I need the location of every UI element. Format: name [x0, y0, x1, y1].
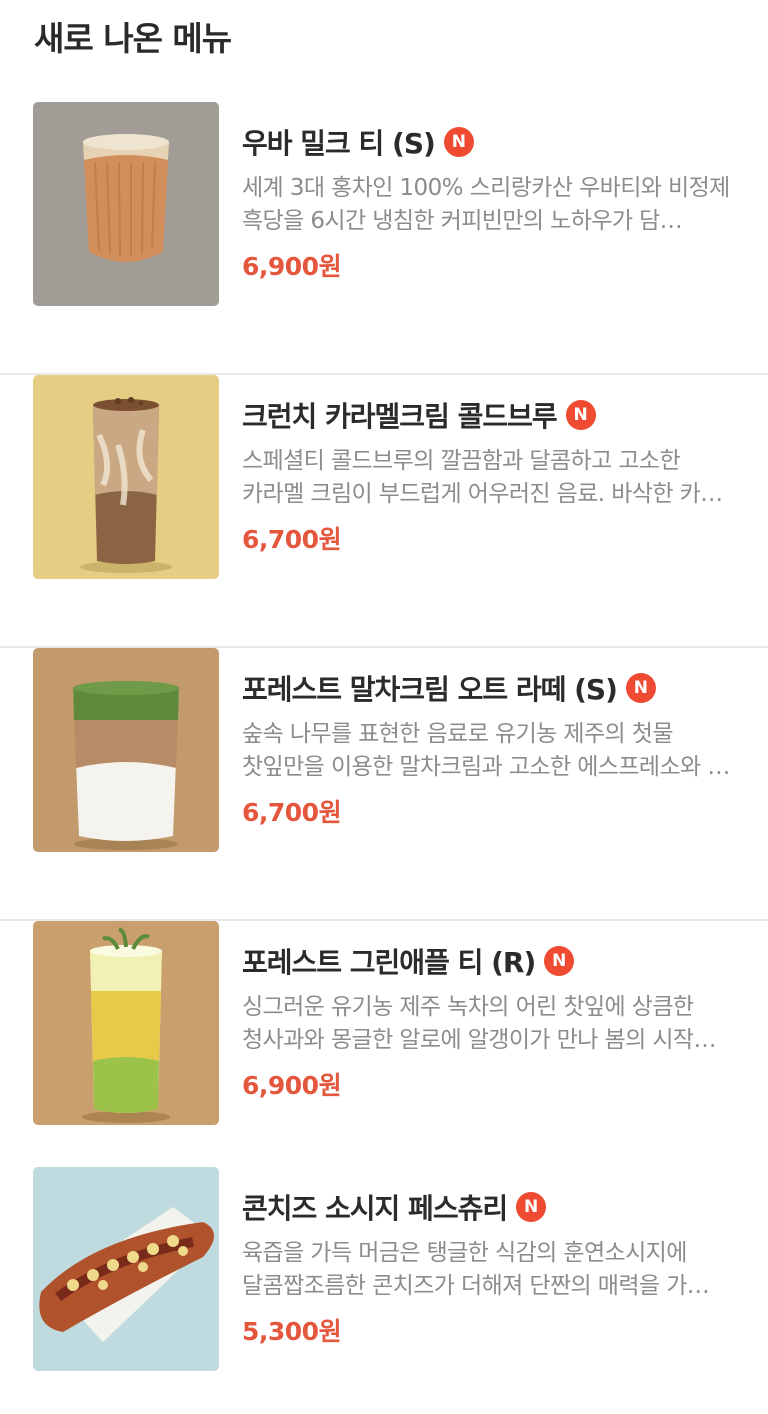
menu-item[interactable]: 우바 밀크 티 (S) N 세계 3대 홍차인 100% 스리랑카산 우바티와 … [0, 102, 768, 375]
menu-item-description: 스페셜티 콜드브루의 깔끔함과 달콤하고 고소한 카라멜 크림이 부드럽게 어우… [242, 448, 723, 507]
menu-item-name: 우바 밀크 티 (S) [242, 127, 436, 160]
menu-item-name-row: 크런치 카라멜크림 콜드브루 N [242, 393, 742, 437]
menu-item-name-row: 포레스트 말차크림 오트 라떼 (S) N [242, 666, 742, 710]
new-badge-icon: N [544, 946, 575, 976]
menu-item[interactable]: 포레스트 그린애플 티 (R) N 싱그러운 유기농 제주 녹차의 어린 찻잎에… [0, 921, 768, 1194]
menu-item-name-row: 포레스트 그린애플 티 (R) N [242, 939, 742, 983]
menu-item-name: 포레스트 그린애플 티 (R) [242, 946, 536, 979]
new-badge-icon: N [516, 1192, 547, 1222]
menu-item-image [33, 648, 219, 852]
menu-item-image [33, 921, 219, 1125]
menu-item-description: 싱그러운 유기농 제주 녹차의 어린 찻잎에 상큼한 청사과와 몽글한 알로에 … [242, 994, 716, 1053]
menu-item-info: 콘치즈 소시지 페스츄리 N 육즙을 가득 머금은 탱글한 식감의 훈연소시지에… [242, 1185, 742, 1348]
menu-item[interactable]: 포레스트 말차크림 오트 라떼 (S) N 숲속 나무를 표현한 음료로 유기농… [0, 648, 768, 921]
menu-item-price: 5,300원 [242, 1317, 342, 1346]
menu-item-description: 세계 3대 홍차인 100% 스리랑카산 우바티와 비정제 흑당을 6시간 냉침… [242, 175, 730, 234]
menu-item-image [33, 1167, 219, 1371]
menu-item-image [33, 102, 219, 306]
menu-item[interactable]: 크런치 카라멜크림 콜드브루 N 스페셜티 콜드브루의 깔끔함과 달콤하고 고소… [0, 375, 768, 648]
menu-item-name: 콘치즈 소시지 페스츄리 [242, 1192, 508, 1225]
menu-item-name: 크런치 카라멜크림 콜드브루 [242, 400, 558, 433]
menu-item[interactable]: 콘치즈 소시지 페스츄리 N 육즙을 가득 머금은 탱글한 식감의 훈연소시지에… [0, 1167, 768, 1414]
new-badge-icon: N [625, 673, 656, 703]
menu-item-description: 육즙을 가득 머금은 탱글한 식감의 훈연소시지에 달콤짭조름한 콘치즈가 더해… [242, 1240, 710, 1299]
section-title: 새로 나온 메뉴 [34, 19, 232, 58]
menu-item-name-row: 우바 밀크 티 (S) N [242, 120, 742, 164]
menu-item-name: 포레스트 말차크림 오트 라떼 (S) [242, 673, 618, 706]
menu-item-name-row: 콘치즈 소시지 페스츄리 N [242, 1185, 742, 1229]
menu-item-info: 포레스트 그린애플 티 (R) N 싱그러운 유기농 제주 녹차의 어린 찻잎에… [242, 939, 742, 1102]
menu-item-info: 우바 밀크 티 (S) N 세계 3대 홍차인 100% 스리랑카산 우바티와 … [242, 120, 742, 283]
menu-item-info: 크런치 카라멜크림 콜드브루 N 스페셜티 콜드브루의 깔끔함과 달콤하고 고소… [242, 393, 742, 556]
menu-item-price: 6,700원 [242, 525, 342, 554]
new-badge-icon: N [443, 127, 474, 157]
menu-item-price: 6,900원 [242, 1071, 342, 1100]
new-badge-icon: N [565, 400, 596, 430]
menu-item-description: 숲속 나무를 표현한 음료로 유기농 제주의 첫물 찻잎만을 이용한 말차크림과… [242, 721, 730, 780]
menu-item-info: 포레스트 말차크림 오트 라떼 (S) N 숲속 나무를 표현한 음료로 유기농… [242, 666, 742, 829]
menu-item-price: 6,900원 [242, 252, 342, 281]
menu-item-image [33, 375, 219, 579]
menu-item-price: 6,700원 [242, 798, 342, 827]
